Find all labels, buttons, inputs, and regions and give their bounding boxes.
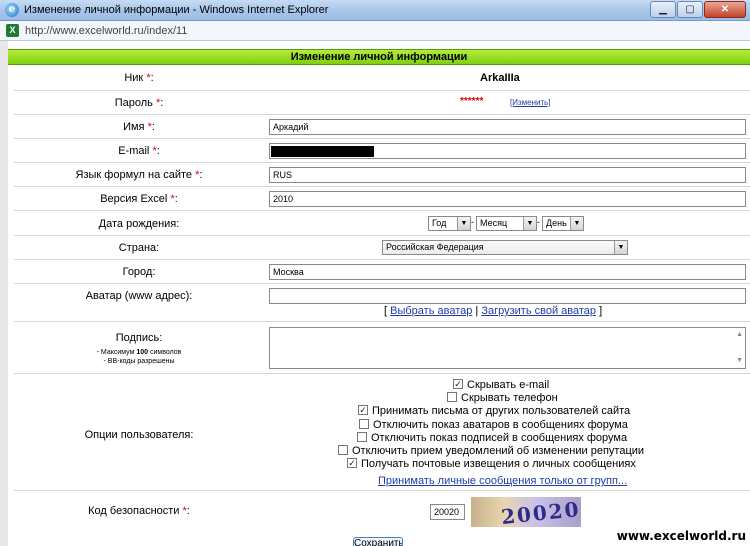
signature-hint-bb: - BB-коды разрешены [103, 358, 175, 365]
nick-label: Ник *: [124, 72, 154, 84]
captcha-image: 20020 [471, 497, 581, 527]
avatar-label: Аватар (www адрес): [85, 290, 193, 302]
security-label: Код безопасности *: [88, 505, 190, 517]
name-input[interactable]: Аркадий [269, 119, 746, 135]
birth-month-select[interactable]: Месяц ▼ [476, 216, 537, 231]
option-disable-signatures[interactable]: Отключить показ подписей в сообщениях фо… [357, 432, 627, 444]
row-nick: Ник *: ArkaIIIa [14, 67, 750, 91]
row-excel-version: Версия Excel *: 2010 [14, 187, 750, 211]
row-email: E-mail *: [14, 139, 750, 163]
excel-version-input[interactable]: 2010 [269, 191, 746, 207]
window-controls: ▁ ▢ ✕ [650, 1, 746, 18]
city-input[interactable]: Москва [269, 264, 746, 280]
checkbox-icon[interactable] [359, 419, 369, 430]
excelworld-favicon-icon: X [6, 24, 19, 37]
row-password: Пароль *: ****** [Изменить] [14, 91, 750, 115]
window-title: Изменение личной информации - Windows In… [24, 4, 329, 16]
option-hide-email[interactable]: ✓ Скрывать e-mail [453, 379, 549, 391]
country-select[interactable]: Российская Федерация ▼ [382, 240, 628, 255]
signature-textarea[interactable]: ▲ ▼ [269, 327, 746, 369]
left-border [0, 41, 8, 546]
checkbox-icon[interactable] [447, 392, 457, 403]
window-titlebar: e Изменение личной информации - Windows … [0, 0, 750, 21]
minimize-button[interactable]: ▁ [650, 1, 676, 18]
email-label: E-mail *: [118, 145, 160, 157]
scroll-up-icon[interactable]: ▲ [736, 328, 743, 342]
chevron-down-icon: ▼ [457, 217, 470, 230]
chevron-down-icon: ▼ [570, 217, 583, 230]
nick-value: ArkaIIIa [480, 72, 520, 84]
name-label: Имя *: [123, 121, 155, 133]
ie-icon: e [5, 3, 19, 17]
options-label: Опции пользователя: [84, 429, 194, 441]
checkbox-icon[interactable] [357, 432, 367, 443]
form-heading: Изменение личной информации [8, 49, 750, 65]
site-watermark: www.excelworld.ru [616, 529, 746, 543]
save-button[interactable]: Сохранить [353, 537, 403, 546]
row-city: Город: Москва [14, 260, 750, 284]
chevron-down-icon: ▼ [614, 241, 627, 254]
birth-year-select[interactable]: Год ▼ [428, 216, 471, 231]
row-security: Код безопасности *: 20020 [14, 491, 750, 532]
address-bar: X http://www.excelworld.ru/index/11 [0, 21, 750, 41]
signature-hint-max: - Максимум 100 символов [96, 349, 182, 356]
row-birthdate: Дата рождения: Год ▼ - Месяц ▼ - День ▼ [14, 211, 750, 236]
scroll-down-icon[interactable]: ▼ [736, 354, 743, 368]
chevron-down-icon: ▼ [523, 217, 536, 230]
row-country: Страна: Российская Федерация ▼ [14, 236, 750, 260]
checkbox-checked-icon[interactable]: ✓ [453, 379, 463, 390]
formula-lang-label: Язык формул на сайте *: [75, 169, 203, 181]
row-formula-lang: Язык формул на сайте *: RUS [14, 163, 750, 187]
signature-label: Подпись: [115, 332, 163, 344]
city-label: Город: [122, 266, 156, 278]
password-label: Пароль *: [114, 97, 164, 109]
row-options: Опции пользователя: ✓ Скрывать e-mail Скр… [14, 374, 750, 491]
row-avatar: Аватар (www адрес): [ Выбрать аватар | З… [14, 284, 750, 322]
row-name: Имя *: Аркадий [14, 115, 750, 139]
country-label: Страна: [118, 242, 160, 254]
checkbox-icon[interactable] [338, 445, 348, 456]
checkbox-checked-icon[interactable]: ✓ [347, 458, 357, 469]
excel-version-label: Версия Excel *: [100, 193, 178, 205]
password-mask: ****** [460, 96, 484, 107]
email-redacted [271, 146, 374, 157]
option-accept-messages[interactable]: ✓ Принимать письма от других пользователе… [358, 405, 630, 417]
security-code-input[interactable]: 20020 [430, 504, 465, 520]
upload-avatar-link[interactable]: Загрузить свой аватар [481, 305, 596, 317]
row-signature: Подпись: - Максимум 100 символов - BB-ко… [14, 322, 750, 374]
option-disable-reputation[interactable]: Отключить прием уведомлений об изменении… [338, 445, 644, 457]
checkbox-checked-icon[interactable]: ✓ [358, 405, 368, 416]
groups-only-link[interactable]: Принимать личные сообщения только от гру… [378, 475, 627, 487]
option-hide-phone[interactable]: Скрывать телефон [447, 392, 558, 404]
url-text[interactable]: http://www.excelworld.ru/index/11 [25, 25, 187, 37]
email-input[interactable] [269, 143, 746, 159]
close-button[interactable]: ✕ [704, 1, 746, 18]
birthdate-label: Дата рождения: [98, 218, 180, 230]
option-pm-notifications[interactable]: ✓ Получать почтовые извещения о личных со… [347, 458, 636, 470]
option-disable-avatars[interactable]: Отключить показ аватаров в сообщениях фо… [359, 419, 628, 431]
choose-avatar-link[interactable]: Выбрать аватар [390, 305, 472, 317]
maximize-button[interactable]: ▢ [677, 1, 703, 18]
avatar-url-input[interactable] [269, 288, 746, 304]
birth-day-select[interactable]: День ▼ [542, 216, 584, 231]
avatar-links: [ Выбрать аватар | Загрузить свой аватар… [384, 305, 603, 317]
page-content: Изменение личной информации Ник *: ArkaI… [0, 41, 750, 546]
formula-lang-input[interactable]: RUS [269, 167, 746, 183]
change-password-link[interactable]: [Изменить] [510, 98, 551, 107]
